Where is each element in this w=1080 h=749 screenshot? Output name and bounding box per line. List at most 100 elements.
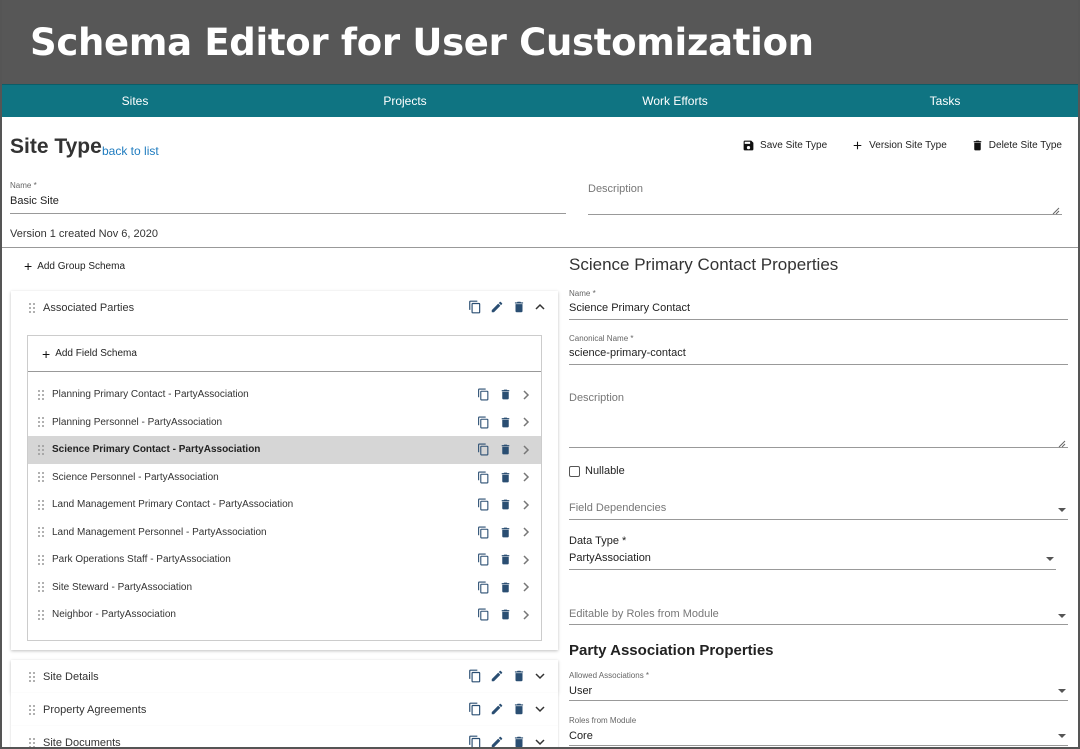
trash-icon[interactable] bbox=[499, 443, 512, 456]
copy-icon[interactable] bbox=[477, 471, 490, 484]
copy-icon[interactable] bbox=[477, 443, 490, 456]
trash-icon[interactable] bbox=[512, 669, 526, 683]
checkbox-icon[interactable] bbox=[569, 465, 580, 477]
page-header: Site Type back to list Save Site Type Ve… bbox=[0, 117, 1080, 177]
trash-icon[interactable] bbox=[499, 581, 512, 594]
drag-handle-icon[interactable] bbox=[38, 554, 44, 565]
drag-handle-icon[interactable] bbox=[38, 444, 44, 455]
site-type-name-field[interactable]: Name * Basic Site bbox=[10, 181, 566, 214]
delete-site-type-button[interactable]: Delete Site Type bbox=[971, 139, 1062, 152]
trash-icon[interactable] bbox=[499, 388, 512, 401]
trash-icon[interactable] bbox=[499, 416, 512, 429]
copy-icon[interactable] bbox=[477, 498, 490, 511]
trash-icon[interactable] bbox=[499, 471, 512, 484]
field-schema-row[interactable]: Site Steward - PartyAssociation bbox=[28, 574, 541, 602]
trash-icon[interactable] bbox=[512, 735, 526, 749]
chevron-down-icon[interactable] bbox=[534, 670, 546, 682]
property-name-field[interactable]: Name * Science Primary Contact bbox=[569, 289, 1068, 320]
copy-icon[interactable] bbox=[468, 300, 482, 314]
chevron-right-icon[interactable] bbox=[521, 527, 531, 537]
property-description-field[interactable]: Description bbox=[569, 392, 1068, 448]
resize-handle-icon[interactable] bbox=[1058, 435, 1066, 448]
copy-icon[interactable] bbox=[477, 388, 490, 401]
edit-icon[interactable] bbox=[490, 735, 504, 749]
chevron-right-icon[interactable] bbox=[521, 499, 531, 510]
copy-icon[interactable] bbox=[477, 526, 490, 539]
chevron-right-icon[interactable] bbox=[521, 582, 531, 592]
section-divider bbox=[0, 247, 1080, 248]
field-dependencies-select[interactable]: Field Dependencies bbox=[569, 502, 1068, 520]
canonical-name-label: Canonical Name * bbox=[569, 334, 634, 343]
drag-handle-icon[interactable] bbox=[38, 527, 44, 538]
drag-handle-icon[interactable] bbox=[38, 472, 44, 483]
data-type-select[interactable]: Data Type * PartyAssociation bbox=[569, 535, 1056, 570]
copy-icon[interactable] bbox=[477, 416, 490, 429]
chevron-right-icon[interactable] bbox=[521, 389, 531, 400]
drag-handle-icon[interactable] bbox=[29, 302, 35, 313]
group-header[interactable]: Site Details bbox=[11, 660, 558, 693]
drag-handle-icon[interactable] bbox=[29, 704, 35, 715]
add-group-schema-button[interactable]: + Add Group Schema bbox=[24, 259, 125, 273]
nav-projects[interactable]: Projects bbox=[270, 85, 540, 117]
nav-work-efforts[interactable]: Work Efforts bbox=[540, 85, 810, 117]
copy-icon[interactable] bbox=[477, 608, 490, 621]
drag-handle-icon[interactable] bbox=[29, 737, 35, 748]
chevron-right-icon[interactable] bbox=[521, 472, 531, 482]
editable-roles-select[interactable]: Editable by Roles from Module bbox=[569, 608, 1068, 625]
copy-icon[interactable] bbox=[468, 669, 482, 683]
chevron-up-icon[interactable] bbox=[534, 301, 546, 313]
edit-icon[interactable] bbox=[490, 669, 504, 683]
field-schema-row[interactable]: Land Management Primary Contact - PartyA… bbox=[28, 491, 541, 519]
drag-handle-icon[interactable] bbox=[38, 417, 44, 428]
trash-icon[interactable] bbox=[499, 498, 512, 511]
property-name-value: Science Primary Contact bbox=[569, 302, 691, 314]
nullable-label: Nullable bbox=[585, 465, 625, 477]
field-schema-row[interactable]: Land Management Personnel - PartyAssocia… bbox=[28, 519, 541, 547]
chevron-down-icon[interactable] bbox=[534, 703, 546, 715]
chevron-right-icon[interactable] bbox=[521, 554, 531, 565]
allowed-associations-select[interactable]: Allowed Associations * User bbox=[569, 671, 1068, 701]
drag-handle-icon[interactable] bbox=[38, 582, 44, 593]
chevron-right-icon[interactable] bbox=[521, 444, 531, 455]
roles-from-module-select[interactable]: Roles from Module Core bbox=[569, 716, 1068, 746]
chevron-down-icon[interactable] bbox=[534, 736, 546, 748]
trash-icon[interactable] bbox=[499, 553, 512, 566]
copy-icon[interactable] bbox=[468, 735, 482, 749]
field-schema-label: Park Operations Staff - PartyAssociation bbox=[52, 554, 231, 566]
resize-handle-icon[interactable] bbox=[1052, 202, 1060, 215]
back-to-list-link[interactable]: back to list bbox=[102, 144, 159, 158]
version-site-type-button[interactable]: Version Site Type bbox=[851, 139, 947, 152]
canonical-name-field[interactable]: Canonical Name * science-primary-contact bbox=[569, 334, 1068, 365]
field-schema-row[interactable]: Science Personnel - PartyAssociation bbox=[28, 464, 541, 492]
drag-handle-icon[interactable] bbox=[29, 671, 35, 682]
drag-handle-icon[interactable] bbox=[38, 609, 44, 620]
field-schema-row[interactable]: Planning Primary Contact - PartyAssociat… bbox=[28, 381, 541, 409]
nav-sites[interactable]: Sites bbox=[0, 85, 270, 117]
add-field-schema-button[interactable]: + Add Field Schema bbox=[28, 336, 541, 372]
copy-icon[interactable] bbox=[477, 553, 490, 566]
edit-icon[interactable] bbox=[490, 702, 504, 716]
nav-tasks[interactable]: Tasks bbox=[810, 85, 1080, 117]
field-schema-row[interactable]: Science Primary Contact - PartyAssociati… bbox=[28, 436, 541, 464]
group-header[interactable]: Property Agreements bbox=[11, 693, 558, 726]
trash-icon[interactable] bbox=[499, 608, 512, 621]
plus-icon bbox=[853, 141, 862, 150]
field-schema-row[interactable]: Park Operations Staff - PartyAssociation bbox=[28, 546, 541, 574]
drag-handle-icon[interactable] bbox=[38, 389, 44, 400]
copy-icon[interactable] bbox=[468, 702, 482, 716]
chevron-right-icon[interactable] bbox=[521, 609, 531, 620]
trash-icon[interactable] bbox=[512, 300, 526, 314]
site-type-description-field[interactable]: Description bbox=[588, 183, 1062, 215]
drag-handle-icon[interactable] bbox=[38, 499, 44, 510]
copy-icon[interactable] bbox=[477, 581, 490, 594]
group-header[interactable]: Site Documents bbox=[11, 726, 558, 749]
save-site-type-button[interactable]: Save Site Type bbox=[742, 139, 827, 152]
field-schema-row[interactable]: Planning Personnel - PartyAssociation bbox=[28, 409, 541, 437]
trash-icon[interactable] bbox=[499, 526, 512, 539]
nullable-checkbox[interactable]: Nullable bbox=[569, 463, 1068, 479]
chevron-right-icon[interactable] bbox=[521, 417, 531, 427]
field-schema-row[interactable]: Neighbor - PartyAssociation bbox=[28, 601, 541, 629]
edit-icon[interactable] bbox=[490, 300, 504, 314]
trash-icon[interactable] bbox=[512, 702, 526, 716]
group-header[interactable]: Associated Parties bbox=[11, 291, 558, 324]
